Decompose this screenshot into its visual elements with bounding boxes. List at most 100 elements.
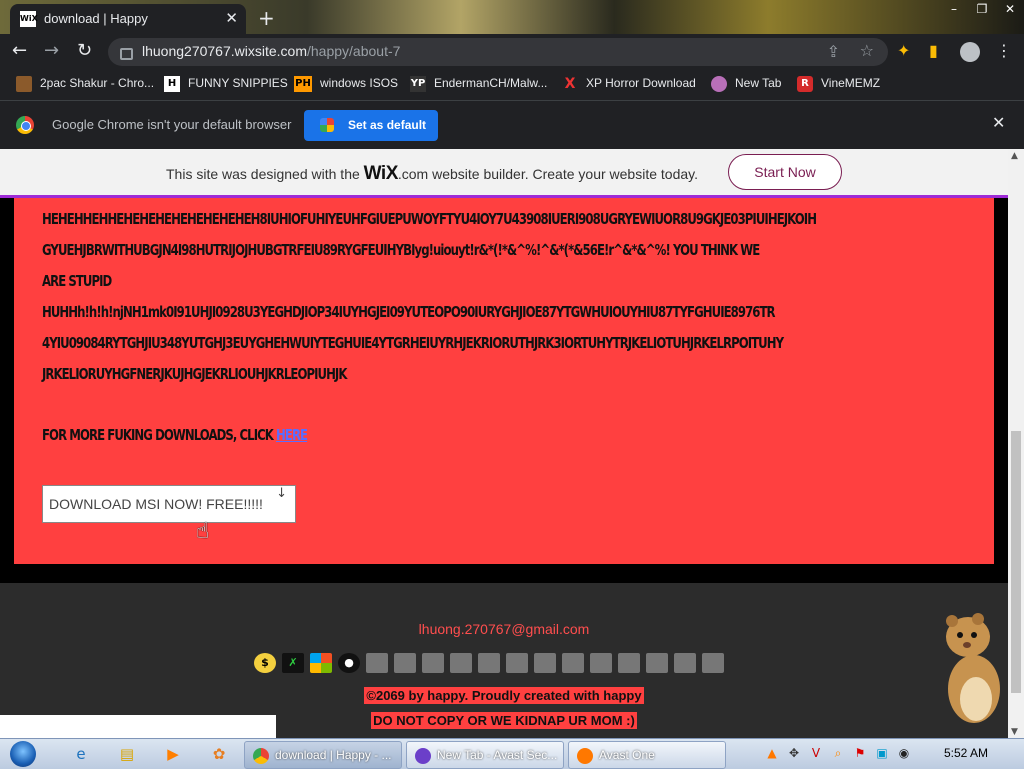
set-as-default-button[interactable]: Set as default <box>304 110 438 141</box>
windows-taskbar: e ▤ ▶ ✿ download | Happy - ... New Tab -… <box>0 738 1024 769</box>
blank-box <box>0 715 276 739</box>
monitor-tray-icon[interactable]: ▣ <box>874 745 890 761</box>
menu-kebab-icon[interactable]: ⋮ <box>996 41 1012 60</box>
taskbar-item-avast-one[interactable]: Avast One <box>568 741 726 769</box>
bookmark-windows-isos[interactable]: PH windows ISOS <box>294 76 398 92</box>
url-text: lhuong270767.wixsite.com/happy/about-7 <box>142 43 400 59</box>
scroll-up-icon[interactable]: ▲ <box>1011 151 1018 161</box>
volume-tray-icon[interactable]: ◉ <box>896 745 912 761</box>
taskbar-item-avast-browser[interactable]: New Tab - Avast Sec... <box>406 741 564 769</box>
system-tray: ▲ ✥ V ⌕ ⚑ ▣ ◉ <box>764 745 912 761</box>
green-x-icon[interactable]: ✗ <box>282 653 304 673</box>
broken-image-icon[interactable] <box>562 653 584 673</box>
here-link[interactable]: HERE <box>276 426 308 444</box>
bookmark-endermanch[interactable]: YP EndermanCH/Malw... <box>410 76 547 92</box>
address-bar[interactable]: lhuong270767.wixsite.com/happy/about-7 ⇪… <box>108 38 888 66</box>
forward-icon[interactable]: → <box>44 40 59 61</box>
avast-one-icon <box>577 747 593 764</box>
tab-title: download | Happy <box>44 11 148 26</box>
copyright-line: ©2069 by happy. Proudly created with hap… <box>364 687 644 704</box>
maximize-icon[interactable]: ❐ <box>968 0 996 18</box>
default-browser-infobar: Google Chrome isn't your default browser… <box>0 100 1024 149</box>
minimize-icon[interactable]: – <box>940 0 968 18</box>
hamster-image <box>946 613 1000 723</box>
broken-image-icon[interactable] <box>478 653 500 673</box>
avast-tray-icon[interactable]: ▲ <box>764 745 780 761</box>
scroll-down-icon[interactable]: ▼ <box>1011 727 1018 737</box>
content-section: HEHEHHEHHEHEHEHEHEHEHEHEHEH8IUHIOFUHIYEU… <box>14 198 994 564</box>
broken-image-icon[interactable] <box>394 653 416 673</box>
close-window-icon[interactable]: ✕ <box>996 0 1024 18</box>
media-player-icon[interactable]: ▶ <box>160 743 186 765</box>
bookmark-2pac[interactable]: 2pac Shakur - Chro... <box>16 76 154 92</box>
scrollbar-thumb[interactable] <box>1011 431 1021 693</box>
broken-image-icon[interactable] <box>534 653 556 673</box>
bookmark-new-tab[interactable]: New Tab <box>711 76 781 92</box>
taskbar-item-chrome[interactable]: download | Happy - ... <box>244 741 402 769</box>
paint-icon[interactable]: ✿ <box>206 743 232 765</box>
extensions-puzzle-icon[interactable]: ✦ <box>897 41 910 60</box>
gibberish-line-5: 4YIU09084RYTGHJIU348YUTGHJ3EUYGHEHWUIYTE… <box>42 334 784 352</box>
download-msi-button[interactable]: DOWNLOAD MSI NOW! FREE!!!!! ↓ <box>42 485 296 523</box>
lock-icon[interactable] <box>120 48 133 60</box>
tab-close-icon[interactable]: ✕ <box>225 9 238 27</box>
bookmark-star-icon[interactable]: ☆ <box>860 41 874 60</box>
infobar-close-icon[interactable]: ✕ <box>992 113 1005 132</box>
new-tab-button[interactable]: + <box>258 6 275 30</box>
windows-logo-icon <box>10 741 36 767</box>
start-button[interactable] <box>6 739 40 769</box>
wix-banner: This site was designed with the WiX.com … <box>0 149 1008 198</box>
internet-explorer-icon[interactable]: e <box>68 743 94 765</box>
broken-image-icon[interactable] <box>646 653 668 673</box>
broken-image-icon[interactable] <box>618 653 640 673</box>
page-scrollbar[interactable]: ▲ ▼ <box>1008 149 1024 739</box>
chrome-logo-icon <box>320 118 334 132</box>
microsoft-icon[interactable] <box>310 653 332 673</box>
infobar-message: Google Chrome isn't your default browser <box>52 117 292 132</box>
wix-banner-text: This site was designed with the WiX.com … <box>166 163 698 184</box>
more-downloads-text: FOR MORE FUKING DOWNLOADS, CLICK HERE <box>42 426 308 444</box>
x-icon: X <box>564 76 576 92</box>
broken-image-icon[interactable] <box>674 653 696 673</box>
network-tray-icon[interactable]: ✥ <box>786 745 802 761</box>
money-icon[interactable]: $ <box>254 653 276 673</box>
start-now-button[interactable]: Start Now <box>728 154 842 190</box>
wix-favicon-icon: WiX <box>20 11 38 27</box>
share-icon[interactable]: ⇪ <box>827 42 840 61</box>
side-panel-icon[interactable]: ▮ <box>929 41 938 60</box>
chrome-icon <box>16 116 34 134</box>
bookmarks-bar: 2pac Shakur - Chro... H FUNNY SNIPPIES PH… <box>0 70 1024 100</box>
broken-image-icon[interactable] <box>450 653 472 673</box>
2pac-icon <box>16 76 32 92</box>
github-icon[interactable]: ● <box>338 653 360 673</box>
gibberish-line-2: GYUEHJBRWITHUBGJN4I98HUTRIJOJHUBGTRFEIU8… <box>42 241 760 259</box>
reload-icon[interactable]: ↻ <box>77 40 92 61</box>
file-explorer-icon[interactable]: ▤ <box>114 743 140 765</box>
search-tray-icon[interactable]: ⌕ <box>830 745 846 761</box>
broken-image-icon[interactable] <box>422 653 444 673</box>
download-arrow-icon: ↓ <box>276 486 287 501</box>
bookmark-funny-snippies[interactable]: H FUNNY SNIPPIES <box>164 76 288 92</box>
url-host: lhuong270767.wixsite.com <box>142 43 307 59</box>
bookmark-vinememz[interactable]: R VineMEMZ <box>797 76 880 92</box>
broken-image-icon[interactable] <box>590 653 612 673</box>
gibberish-line-6: JRKELIORUYHGFNERJKUJHGJEKRLIOUHJKRLEOPIU… <box>42 365 347 383</box>
back-icon[interactable]: ← <box>12 40 27 61</box>
taskbar-clock[interactable]: 5:52 AM <box>944 746 988 760</box>
broken-image-icon[interactable] <box>366 653 388 673</box>
profile-avatar-icon[interactable] <box>960 42 980 62</box>
browser-toolbar: ← → ↻ lhuong270767.wixsite.com/happy/abo… <box>0 34 1024 70</box>
v-tray-icon[interactable]: V <box>808 745 824 761</box>
gibberish-line-3: ARE STUPID <box>42 272 112 290</box>
r-icon: R <box>797 76 813 92</box>
gibberish-line-4: HUHHh!h!h!njNH1mk0I91UHJI0928U3YEGHDJIOP… <box>42 303 776 321</box>
ph-icon: PH <box>294 76 312 92</box>
browser-tab-active[interactable]: WiX download | Happy ✕ <box>10 4 246 34</box>
broken-image-icon[interactable] <box>506 653 528 673</box>
footer-email-link[interactable]: lhuong.270767@gmail.com <box>0 621 1008 637</box>
hand-cursor-icon: ☝ <box>196 519 210 544</box>
flag-tray-icon[interactable]: ⚑ <box>852 745 868 761</box>
bookmark-xp-horror[interactable]: X XP Horror Download <box>562 76 696 92</box>
broken-image-icon[interactable] <box>702 653 724 673</box>
social-icons-row: $ ✗ ● <box>254 653 724 675</box>
